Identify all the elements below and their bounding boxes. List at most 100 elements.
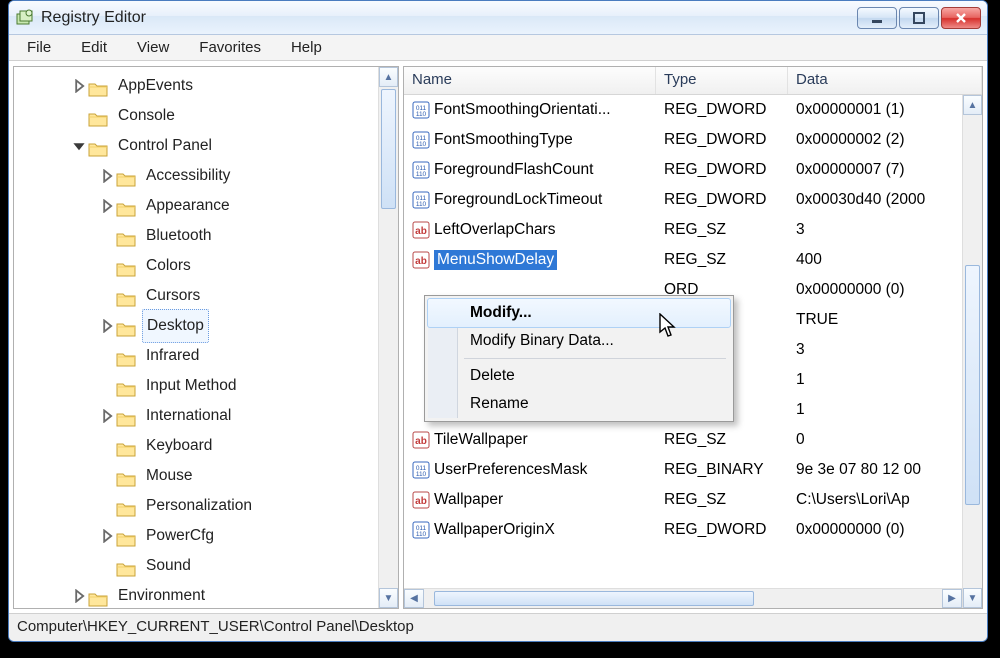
maximize-button[interactable] (899, 7, 939, 29)
titlebar[interactable]: Registry Editor (9, 1, 987, 35)
tree-item[interactable]: AppEvents (16, 71, 398, 101)
expand-icon[interactable] (100, 409, 114, 423)
string-value-icon: ab (412, 431, 430, 449)
menu-edit[interactable]: Edit (69, 35, 125, 60)
value-data: 9e 3e 07 80 12 00 (788, 461, 962, 479)
tree-item[interactable]: Infrared (16, 341, 398, 371)
scroll-right-button[interactable]: ▶ (942, 589, 962, 608)
scroll-down-button[interactable]: ▼ (379, 588, 398, 608)
value-row[interactable]: 011110UserPreferencesMaskREG_BINARY9e 3e… (404, 455, 962, 485)
scroll-up-button[interactable]: ▲ (963, 95, 982, 115)
tree-scrollbar[interactable]: ▲ ▼ (378, 67, 398, 608)
scroll-thumb[interactable] (434, 591, 754, 606)
tree-item[interactable]: Control Panel (16, 131, 398, 161)
value-data: 0x00030d40 (2000 (788, 191, 962, 209)
binary-value-icon: 011110 (412, 131, 430, 149)
value-row[interactable]: 011110WallpaperOriginXREG_DWORD0x0000000… (404, 515, 962, 545)
registry-tree[interactable]: AppEventsConsoleControl PanelAccessibili… (14, 67, 398, 608)
ctx-modify-binary[interactable]: Modify Binary Data... (428, 327, 730, 355)
ctx-modify[interactable]: Modify... (427, 298, 731, 328)
tree-item[interactable]: Sound (16, 551, 398, 581)
value-row[interactable]: abTileWallpaperREG_SZ0 (404, 425, 962, 455)
tree-item[interactable]: Appearance (16, 191, 398, 221)
value-data: 400 (788, 251, 962, 269)
value-type: REG_SZ (656, 251, 788, 269)
expand-icon[interactable] (100, 199, 114, 213)
tree-item[interactable]: PowerCfg (16, 521, 398, 551)
tree-item[interactable]: Environment (16, 581, 398, 608)
scroll-up-button[interactable]: ▲ (379, 67, 398, 87)
scroll-thumb[interactable] (965, 265, 980, 505)
values-vscrollbar[interactable]: ▲ ▼ (962, 95, 982, 608)
string-value-icon: ab (412, 491, 430, 509)
values-hscrollbar[interactable]: ◀ ▶ (404, 588, 962, 608)
tree-item-label: Appearance (142, 190, 234, 222)
tree-item[interactable]: Accessibility (16, 161, 398, 191)
menu-view[interactable]: View (125, 35, 187, 60)
scroll-track[interactable] (424, 589, 942, 608)
scroll-down-button[interactable]: ▼ (963, 588, 982, 608)
value-row[interactable]: 011110ForegroundFlashCountREG_DWORD0x000… (404, 155, 962, 185)
folder-icon (116, 498, 136, 514)
scroll-left-button[interactable]: ◀ (404, 589, 424, 608)
expand-icon[interactable] (100, 319, 114, 333)
value-data: 1 (788, 371, 962, 389)
value-row[interactable]: abLeftOverlapCharsREG_SZ3 (404, 215, 962, 245)
value-name: FontSmoothingOrientati... (434, 101, 611, 119)
value-name: FontSmoothingType (434, 131, 573, 149)
value-type: REG_SZ (656, 491, 788, 509)
tree-item[interactable]: Cursors (16, 281, 398, 311)
value-data: 0x00000002 (2) (788, 131, 962, 149)
value-data: 3 (788, 221, 962, 239)
tree-item[interactable]: Console (16, 101, 398, 131)
tree-item[interactable]: Mouse (16, 461, 398, 491)
tree-leaf-icon (72, 109, 86, 123)
tree-item[interactable]: Personalization (16, 491, 398, 521)
tree-item[interactable]: Keyboard (16, 431, 398, 461)
value-type: REG_SZ (656, 431, 788, 449)
expand-icon[interactable] (72, 79, 86, 93)
column-name[interactable]: Name (404, 67, 656, 94)
value-row[interactable]: abMenuShowDelayREG_SZ400 (404, 245, 962, 275)
column-data[interactable]: Data (788, 67, 982, 94)
tree-item[interactable]: Bluetooth (16, 221, 398, 251)
tree-item-label: Input Method (142, 370, 240, 402)
scroll-track[interactable] (379, 87, 398, 588)
tree-leaf-icon (100, 469, 114, 483)
column-type[interactable]: Type (656, 67, 788, 94)
value-name: ForegroundLockTimeout (434, 191, 602, 209)
menu-file[interactable]: File (15, 35, 69, 60)
tree-leaf-icon (100, 229, 114, 243)
tree-item[interactable]: Desktop (16, 311, 398, 341)
tree-item-label: Cursors (142, 280, 204, 312)
close-button[interactable] (941, 7, 981, 29)
ctx-rename[interactable]: Rename (428, 390, 730, 418)
value-row[interactable]: 011110FontSmoothingTypeREG_DWORD0x000000… (404, 125, 962, 155)
expand-icon[interactable] (100, 529, 114, 543)
tree-item-label: PowerCfg (142, 520, 218, 552)
value-row[interactable]: 011110FontSmoothingOrientati...REG_DWORD… (404, 95, 962, 125)
tree-item-label: Bluetooth (142, 220, 216, 252)
ctx-delete[interactable]: Delete (428, 362, 730, 390)
value-data: 0 (788, 431, 962, 449)
expand-icon[interactable] (100, 169, 114, 183)
value-name-cell: abMenuShowDelay (404, 250, 656, 270)
minimize-button[interactable] (857, 7, 897, 29)
value-row[interactable]: 011110ForegroundLockTimeoutREG_DWORD0x00… (404, 185, 962, 215)
tree-item[interactable]: Input Method (16, 371, 398, 401)
collapse-icon[interactable] (72, 139, 86, 153)
tree-item-label: Colors (142, 250, 195, 282)
tree-item[interactable]: Colors (16, 251, 398, 281)
tree-item-label: Console (114, 100, 179, 132)
scroll-thumb[interactable] (381, 89, 396, 209)
binary-value-icon: 011110 (412, 191, 430, 209)
tree-pane: AppEventsConsoleControl PanelAccessibili… (13, 66, 399, 609)
value-data: 0x00000000 (0) (788, 521, 962, 539)
menu-help[interactable]: Help (279, 35, 340, 60)
binary-value-icon: 011110 (412, 101, 430, 119)
scroll-track[interactable] (963, 115, 982, 588)
menu-favorites[interactable]: Favorites (187, 35, 279, 60)
value-row[interactable]: abWallpaperREG_SZC:\Users\Lori\Ap (404, 485, 962, 515)
tree-item[interactable]: International (16, 401, 398, 431)
expand-icon[interactable] (72, 589, 86, 603)
